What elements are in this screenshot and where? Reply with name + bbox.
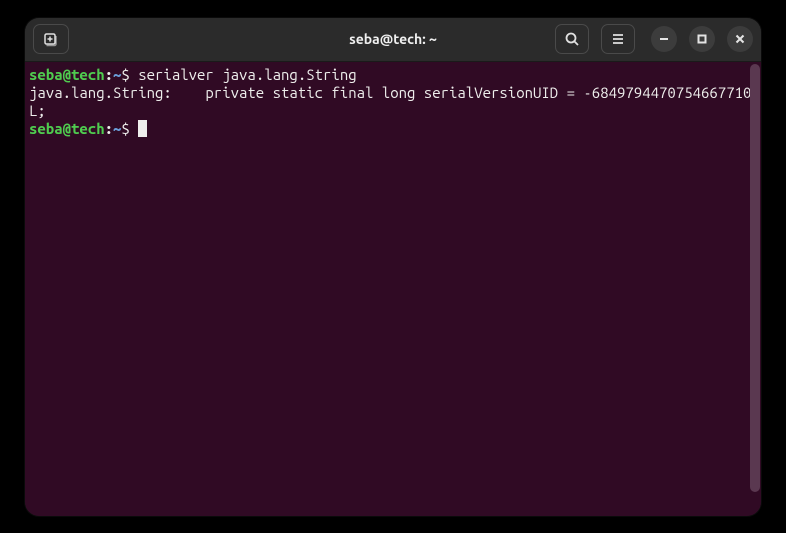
search-icon	[564, 31, 580, 47]
minimize-icon	[659, 34, 669, 44]
titlebar-right	[555, 24, 753, 54]
prompt-colon: :	[105, 120, 113, 137]
new-tab-icon	[43, 31, 59, 47]
titlebar: seba@tech: ~	[25, 18, 761, 62]
prompt-dollar: $	[121, 120, 138, 137]
scrollbar[interactable]	[750, 64, 760, 492]
window-controls	[651, 26, 753, 52]
new-tab-button[interactable]	[33, 24, 69, 54]
terminal-body[interactable]: seba@tech:~$ serialver java.lang.String …	[25, 62, 761, 516]
window-title: seba@tech: ~	[349, 31, 437, 47]
search-button[interactable]	[555, 24, 589, 54]
close-button[interactable]	[727, 26, 753, 52]
prompt-colon: :	[105, 66, 113, 83]
terminal-content: seba@tech:~$ serialver java.lang.String …	[29, 66, 757, 138]
output-line: java.lang.String: private static final l…	[29, 84, 751, 119]
cursor	[138, 120, 147, 137]
minimize-button[interactable]	[651, 26, 677, 52]
prompt-dollar: $	[121, 66, 138, 83]
command-text: serialver java.lang.String	[138, 66, 356, 83]
maximize-button[interactable]	[689, 26, 715, 52]
titlebar-left	[33, 24, 69, 54]
hamburger-icon	[610, 31, 626, 47]
maximize-icon	[697, 34, 707, 44]
terminal-window: seba@tech: ~	[25, 18, 761, 516]
prompt-user: seba@tech	[29, 66, 105, 83]
menu-button[interactable]	[601, 24, 635, 54]
close-icon	[735, 34, 745, 44]
prompt-user: seba@tech	[29, 120, 105, 137]
